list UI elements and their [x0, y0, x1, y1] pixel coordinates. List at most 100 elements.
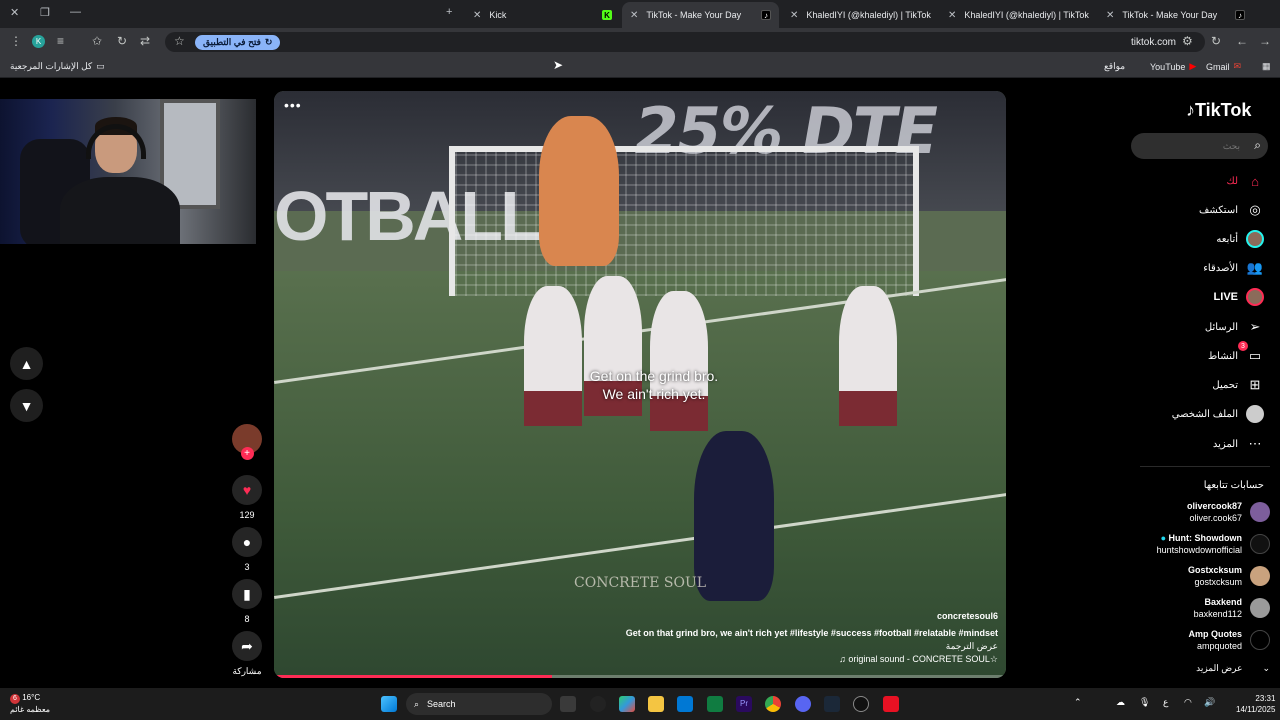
language-indicator[interactable]: ع	[1163, 697, 1168, 708]
streamer-body	[60, 177, 180, 244]
comment-button[interactable]: ● 3	[232, 527, 262, 572]
nav-label: الرسائل	[1204, 321, 1238, 333]
cloud-icon[interactable]: ☁	[1116, 697, 1125, 708]
mic-icon[interactable]: 🎙	[1139, 697, 1150, 708]
windows-start-icon[interactable]	[381, 696, 397, 712]
account-handle: huntshowdownofficial	[1156, 545, 1242, 555]
nav-explore[interactable]: استكشف ◎	[1199, 201, 1264, 219]
profile-avatar[interactable]: K	[32, 35, 45, 48]
all-bookmarks-folder[interactable]: كل الإشارات المرجعية ▭	[10, 61, 105, 72]
more-options-icon[interactable]: •••	[284, 97, 302, 113]
live-avatar	[1246, 288, 1264, 306]
bookmark-gmail[interactable]: Gmail ✉	[1206, 61, 1241, 72]
tab-tiktok-2[interactable]: ✕ TikTok - Make Your Day ♪	[1098, 2, 1253, 28]
video-progress-bar[interactable]	[274, 675, 1006, 678]
tiktok-logo[interactable]: ♪TikTok	[1186, 100, 1251, 121]
steam-icon[interactable]	[824, 696, 840, 712]
apps-grid-icon[interactable]: ▦	[1262, 61, 1271, 72]
search-icon[interactable]: ⌕	[1254, 138, 1261, 153]
premiere-icon[interactable]: Pr	[736, 696, 752, 712]
bookmark-youtube[interactable]: YouTube ▶	[1150, 61, 1196, 72]
volume-icon[interactable]: 🔊	[1204, 697, 1215, 708]
discord-icon[interactable]	[795, 696, 811, 712]
search-box[interactable]: ⌕	[1131, 133, 1268, 159]
close-tab-icon[interactable]: ✕	[630, 10, 638, 21]
system-clock[interactable]: 23:31 14/11/2025	[1236, 693, 1275, 715]
open-app-icon: ↻	[264, 37, 273, 47]
close-window-icon[interactable]: ✕	[10, 6, 19, 19]
nav-profile[interactable]: الملف الشخصي	[1172, 405, 1264, 423]
history-icon[interactable]: ↻	[117, 34, 127, 48]
account-item[interactable]: ● Hunt: Showdown huntshowdownofficial	[1157, 532, 1270, 556]
app-icon[interactable]	[590, 696, 606, 712]
see-more-button[interactable]: عرض المزيد ⌄	[1196, 663, 1270, 674]
tab-khalediyl-1[interactable]: ✕ KhaledIYI (@khalediyl) | TikTok ♪	[782, 2, 937, 28]
chevron-up-icon[interactable]: ⌃	[1074, 697, 1082, 708]
new-tab-icon[interactable]: +	[446, 6, 452, 18]
back-icon[interactable]: →	[1259, 34, 1271, 48]
wifi-icon[interactable]: ◠	[1184, 697, 1192, 708]
nav-messages[interactable]: الرسائل ➢	[1205, 318, 1264, 336]
account-item[interactable]: Baxkend baxkend112	[1194, 596, 1270, 620]
caption-line: Get on the grind bro.	[589, 368, 719, 384]
file-explorer-icon[interactable]	[648, 696, 664, 712]
nav-more[interactable]: المزيد ⋯	[1213, 435, 1264, 453]
close-tab-icon[interactable]: ✕	[790, 10, 798, 21]
tab-tiktok-active[interactable]: ✕ TikTok - Make Your Day ♪	[622, 2, 779, 28]
account-item[interactable]: olivercook87 oliver.cook67	[1187, 500, 1270, 524]
task-view-icon[interactable]	[560, 696, 576, 712]
weather-widget[interactable]: 6 16°C معظمه غائم	[10, 692, 50, 715]
translate-link[interactable]: عرض الترجمة	[946, 641, 998, 652]
close-tab-icon[interactable]: ✕	[473, 10, 481, 21]
nav-for-you[interactable]: لك ⌂	[1227, 172, 1264, 190]
chevron-down-icon: ▼	[19, 397, 34, 414]
store-icon[interactable]	[677, 696, 693, 712]
nav-live[interactable]: LIVE	[1214, 288, 1264, 306]
account-item[interactable]: Amp Quotes ampquoted	[1188, 628, 1270, 652]
media-player-icon[interactable]	[853, 696, 869, 712]
open-in-app-button[interactable]: فتح في التطبيق ↻	[195, 35, 281, 50]
reload-icon[interactable]: ↻	[1211, 34, 1221, 48]
forward-icon[interactable]: ←	[1236, 34, 1248, 48]
wall-player	[524, 286, 582, 426]
nav-friends[interactable]: الأصدقاء 👥	[1203, 259, 1264, 277]
url-text[interactable]: tiktok.com	[1131, 37, 1176, 48]
youtube-icon: ▶	[1189, 61, 1197, 71]
nav-activity[interactable]: النشاط ▭ 3	[1208, 341, 1264, 365]
search-input[interactable]	[1131, 133, 1268, 159]
extensions-icon[interactable]: ✩	[92, 34, 102, 48]
video-player[interactable]: 25% DTE OTBALL ••• Get on the grind bro.…	[274, 91, 1006, 678]
chrome-icon[interactable]	[765, 696, 781, 712]
reading-list-icon[interactable]: ≡	[57, 34, 64, 48]
close-tab-icon[interactable]: ✕	[1106, 10, 1114, 21]
save-button[interactable]: ▮ 8	[232, 579, 262, 624]
sound-link[interactable]: ♫ original sound - CONCRETE SOUL☆	[839, 654, 998, 665]
bookmark-star-icon[interactable]: ☆	[174, 34, 185, 48]
tab-kick[interactable]: ✕ Kick K	[465, 2, 620, 28]
minimize-window-icon[interactable]: —	[70, 6, 81, 18]
site-settings-icon[interactable]: ⚙	[1182, 34, 1193, 48]
nav-following[interactable]: أتابعه	[1216, 230, 1264, 248]
menu-kebab-icon[interactable]: ⋮	[10, 34, 22, 48]
previous-video-button[interactable]: ▲	[10, 347, 43, 380]
translate-icon[interactable]: ⇄	[140, 34, 150, 48]
bookmark-sites[interactable]: مواقع	[1104, 61, 1125, 72]
xbox-icon[interactable]	[707, 696, 723, 712]
share-button[interactable]: ➦ مشاركة	[232, 631, 262, 677]
restore-window-icon[interactable]: ❐	[40, 6, 50, 19]
follow-plus-icon[interactable]: +	[240, 447, 254, 460]
account-item[interactable]: Gostxcksum gostxcksum	[1188, 564, 1270, 588]
nav-label: الملف الشخصي	[1171, 408, 1238, 420]
nav-upload[interactable]: تحميل ⊞	[1212, 376, 1264, 394]
copilot-icon[interactable]	[619, 696, 635, 712]
account-name: Gostxcksum	[1187, 565, 1242, 575]
address-bar[interactable]	[165, 32, 1205, 52]
taskbar-search[interactable]: ⌕ Search	[406, 693, 552, 715]
like-button[interactable]: ♥ 129	[232, 475, 262, 520]
next-video-button[interactable]: ▼	[10, 389, 43, 422]
creator-avatar-button[interactable]: +	[232, 424, 262, 460]
close-tab-icon[interactable]: ✕	[948, 10, 956, 21]
tab-khalediyl-2[interactable]: ✕ KhaledIYI (@khalediyl) | TikTok ♪	[940, 2, 1095, 28]
app-icon[interactable]	[883, 696, 899, 712]
video-author[interactable]: concretesoul6	[937, 611, 998, 621]
